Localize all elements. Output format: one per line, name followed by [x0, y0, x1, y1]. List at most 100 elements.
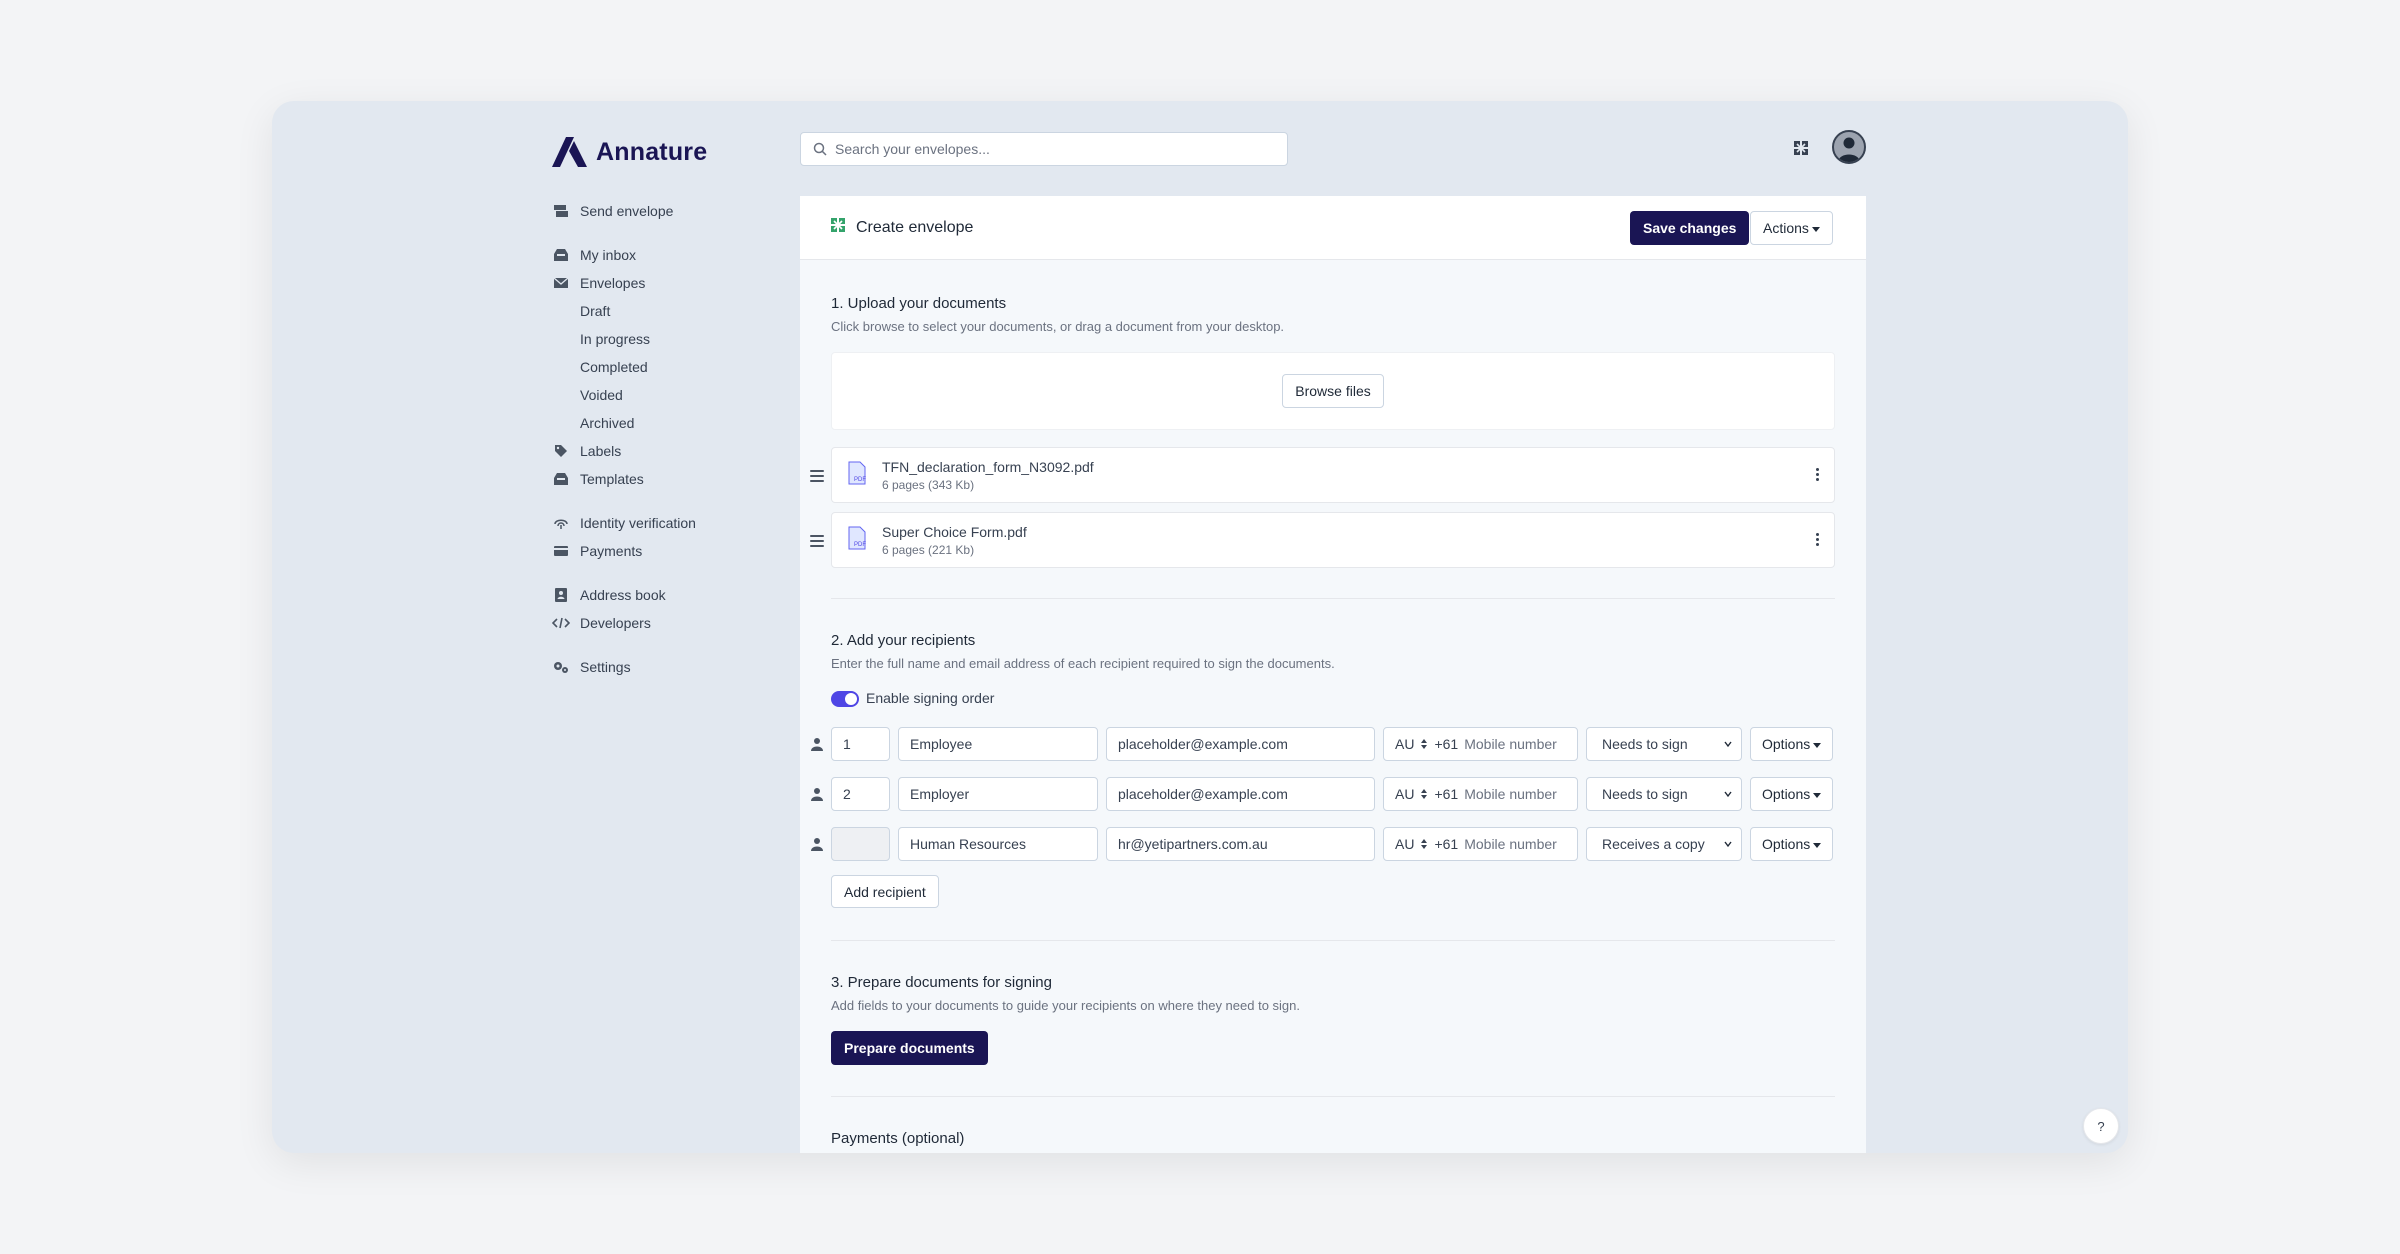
mobile-placeholder: Mobile number	[1464, 786, 1557, 802]
sidebar-item-label: My inbox	[580, 247, 637, 263]
more-options-icon[interactable]	[1816, 468, 1820, 481]
actions-button[interactable]: Actions	[1750, 211, 1833, 245]
role-value: Needs to sign	[1602, 786, 1688, 802]
recipients-section-description: Enter the full name and email address of…	[831, 656, 1335, 671]
more-options-icon[interactable]	[1816, 533, 1820, 546]
sidebar-item-voided[interactable]: Voided	[552, 383, 623, 407]
browse-files-button[interactable]: Browse files	[1282, 374, 1384, 408]
drag-handle-icon[interactable]	[810, 535, 824, 547]
caret-down-icon	[1813, 792, 1822, 798]
sidebar-item-label: Address book	[580, 587, 666, 603]
person-icon	[811, 838, 823, 851]
help-button[interactable]: ?	[2083, 1108, 2119, 1144]
user-avatar[interactable]	[1832, 130, 1866, 164]
recipient-phone-input[interactable]: AU +61 Mobile number	[1383, 777, 1578, 811]
sidebar-item-payments[interactable]: Payments	[552, 539, 642, 563]
brand-name: Annature	[596, 137, 708, 166]
section-divider	[831, 598, 1835, 599]
user-icon	[1838, 137, 1860, 162]
address-book-icon	[552, 586, 570, 604]
country-code[interactable]: AU	[1395, 786, 1414, 802]
send-envelope-icon	[552, 202, 570, 220]
sidebar-item-identity-verification[interactable]: Identity verification	[552, 511, 696, 535]
document-name: TFN_declaration_form_N3092.pdf	[882, 458, 1094, 475]
prepare-section-title: 3. Prepare documents for signing	[831, 974, 1052, 991]
chevron-down-icon	[1724, 791, 1732, 798]
sidebar-item-developers[interactable]: Developers	[552, 611, 651, 635]
search-input[interactable]	[835, 141, 1275, 157]
sidebar-item-label: Completed	[580, 359, 648, 375]
mobile-placeholder: Mobile number	[1464, 736, 1557, 752]
sidebar-item-label: Envelopes	[580, 275, 646, 291]
templates-icon	[552, 470, 570, 488]
sidebar-item-label: Developers	[580, 615, 651, 631]
options-label: Options	[1762, 836, 1811, 852]
credit-card-icon	[552, 542, 570, 560]
options-label: Options	[1762, 736, 1811, 752]
code-icon	[552, 614, 570, 632]
sidebar-item-templates[interactable]: Templates	[552, 467, 644, 491]
sidebar-item-draft[interactable]: Draft	[552, 299, 610, 323]
country-select-arrows-icon	[1421, 789, 1428, 799]
signing-order-label: Enable signing order	[866, 690, 995, 706]
recipient-order-input	[831, 827, 890, 861]
recipient-order-input[interactable]: 1	[831, 727, 890, 761]
brand-logo[interactable]: Annature	[552, 137, 707, 167]
recipient-email-input[interactable]: hr@yetipartners.com.au	[1106, 827, 1375, 861]
recipient-email-input[interactable]: placeholder@example.com	[1106, 777, 1375, 811]
svg-text:PDF: PDF	[854, 477, 866, 483]
recipient-name-input[interactable]: Human Resources	[898, 827, 1098, 861]
payments-section-title: Payments (optional)	[831, 1130, 965, 1147]
sidebar-item-settings[interactable]: Settings	[552, 655, 631, 679]
country-select-arrows-icon	[1421, 739, 1428, 749]
recipient-email-input[interactable]: placeholder@example.com	[1106, 727, 1375, 761]
sidebar-item-my-inbox[interactable]: My inbox	[552, 243, 636, 267]
country-select-arrows-icon	[1421, 839, 1428, 849]
fingerprint-icon	[552, 514, 570, 532]
sidebar-item-label: Archived	[580, 415, 635, 431]
recipient-name-input[interactable]: Employee	[898, 727, 1098, 761]
recipient-options-button[interactable]: Options	[1750, 777, 1834, 811]
country-code[interactable]: AU	[1395, 736, 1414, 752]
section-divider	[831, 940, 1835, 941]
document-dropzone[interactable]: Browse files	[831, 352, 1835, 430]
recipient-role-select[interactable]: Needs to sign	[1586, 727, 1742, 761]
recipient-options-button[interactable]: Options	[1750, 827, 1834, 861]
recipient-phone-input[interactable]: AU +61 Mobile number	[1383, 827, 1578, 861]
pdf-file-icon: PDF	[846, 526, 868, 555]
recipient-phone-input[interactable]: AU +61 Mobile number	[1383, 727, 1578, 761]
actions-label: Actions	[1763, 220, 1809, 236]
sidebar-item-in-progress[interactable]: In progress	[552, 327, 650, 351]
sidebar-item-send-envelope[interactable]: Send envelope	[552, 199, 673, 223]
annature-logo-icon	[552, 137, 587, 167]
recipient-order-input[interactable]: 2	[831, 777, 890, 811]
pdf-file-icon: PDF	[846, 461, 868, 490]
inbox-icon	[552, 246, 570, 264]
prepare-documents-button[interactable]: Prepare documents	[831, 1031, 988, 1065]
sidebar-item-completed[interactable]: Completed	[552, 355, 648, 379]
drag-handle-icon[interactable]	[810, 470, 824, 482]
chevron-down-icon	[1724, 741, 1732, 748]
recipient-name-input[interactable]: Employer	[898, 777, 1098, 811]
country-code[interactable]: AU	[1395, 836, 1414, 852]
recipient-role-select[interactable]: Needs to sign	[1586, 777, 1742, 811]
apps-icon[interactable]	[1789, 136, 1813, 160]
sidebar-item-address-book[interactable]: Address book	[552, 583, 666, 607]
prepare-section-description: Add fields to your documents to guide yo…	[831, 998, 1301, 1013]
sidebar-item-label: Send envelope	[580, 203, 674, 219]
upload-section-title: 1. Upload your documents	[831, 295, 1007, 312]
sidebar-item-archived[interactable]: Archived	[552, 411, 634, 435]
document-row[interactable]: PDF TFN_declaration_form_N3092.pdf 6 pag…	[831, 447, 1835, 503]
search-bar[interactable]	[800, 132, 1288, 166]
recipient-role-select[interactable]: Receives a copy	[1586, 827, 1742, 861]
recipients-section-title: 2. Add your recipients	[831, 632, 976, 649]
sidebar-item-envelopes[interactable]: Envelopes	[552, 271, 645, 295]
add-recipient-button[interactable]: Add recipient	[831, 875, 939, 908]
signing-order-toggle[interactable]	[831, 691, 859, 707]
recipient-options-button[interactable]: Options	[1750, 727, 1834, 761]
sidebar-item-labels[interactable]: Labels	[552, 439, 621, 463]
sidebar-item-label: Identity verification	[580, 515, 696, 531]
role-value: Receives a copy	[1602, 836, 1705, 852]
document-row[interactable]: PDF Super Choice Form.pdf 6 pages (221 K…	[831, 512, 1835, 568]
save-changes-button[interactable]: Save changes	[1630, 211, 1750, 245]
